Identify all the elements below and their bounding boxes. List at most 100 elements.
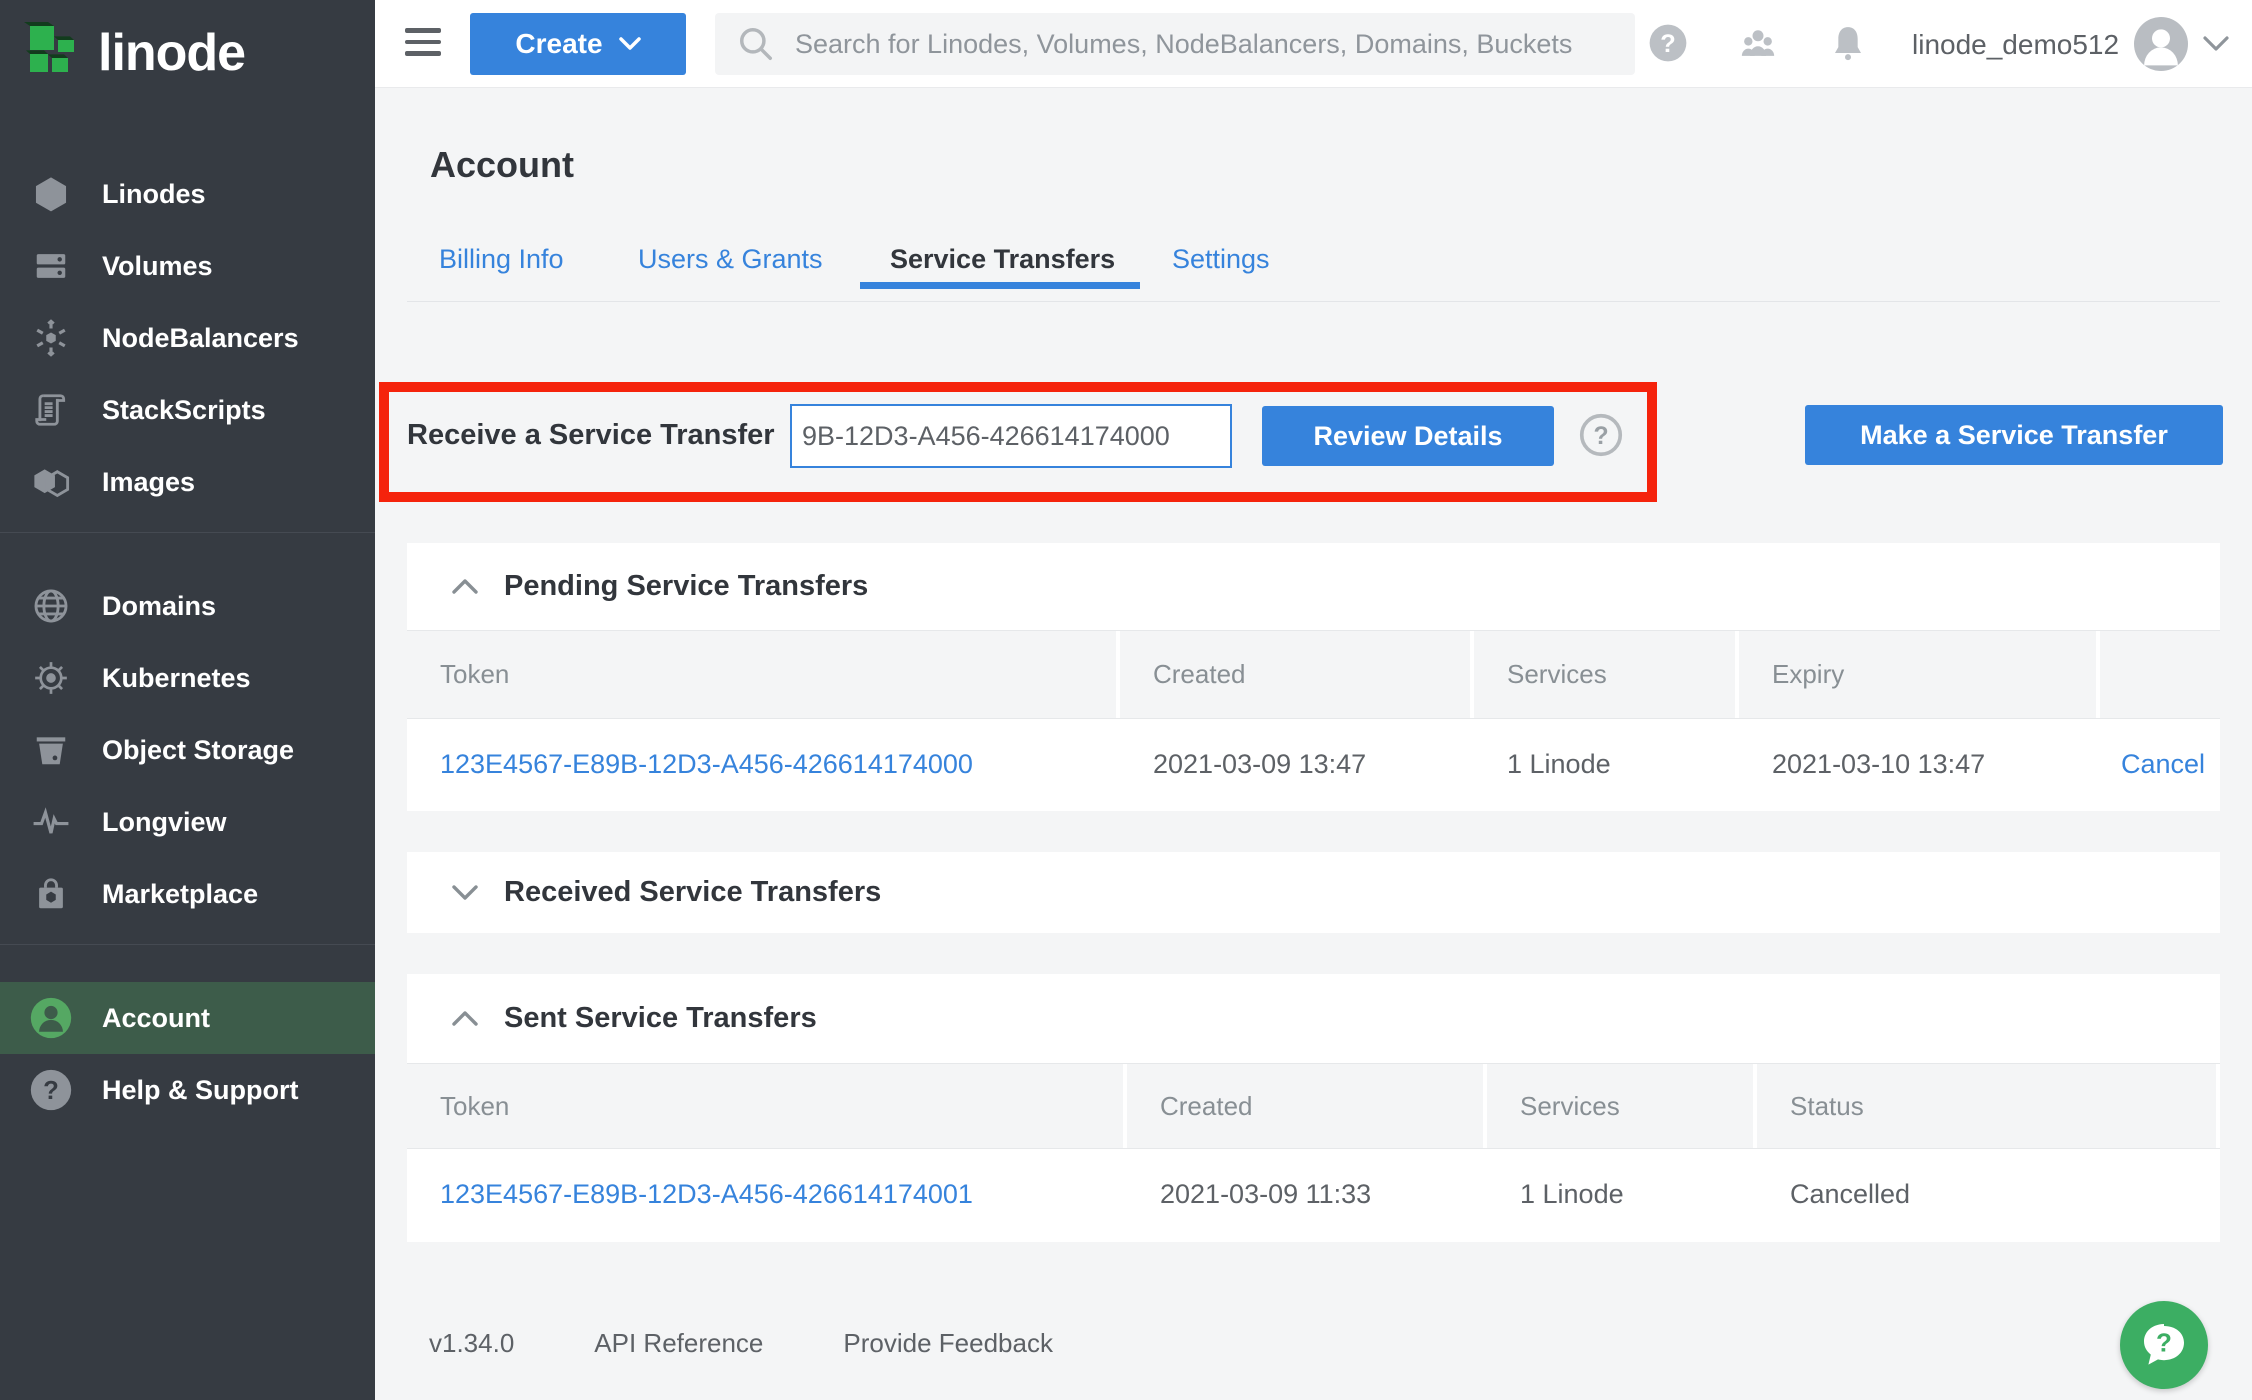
globe-icon [28, 587, 74, 625]
collapse-chevron-up-icon[interactable] [450, 1010, 480, 1027]
sidebar: linode Linodes Volumes [0, 0, 375, 1400]
received-section-header: Received Service Transfers [407, 852, 2220, 933]
sidebar-group-account: Account ? Help & Support [0, 982, 375, 1140]
tab-settings[interactable]: Settings [1172, 244, 1270, 275]
page-title: Account [430, 144, 574, 186]
sent-section-header: Sent Service Transfers [407, 974, 2220, 1063]
sidebar-item-nodebalancers[interactable]: NodeBalancers [0, 302, 375, 374]
helm-wheel-icon [28, 659, 74, 697]
search-input[interactable] [795, 29, 1619, 60]
column-header-status: Status [1757, 1064, 2216, 1148]
column-header-services: Services [1474, 631, 1735, 718]
sidebar-group-services: Domains Kubernetes [0, 570, 375, 945]
sent-created-cell: 2021-03-09 11:33 [1127, 1179, 1483, 1210]
sent-services-cell: 1 Linode [1487, 1179, 1753, 1210]
person-circle-icon [28, 996, 74, 1040]
cube-icon [28, 175, 74, 213]
pending-table-header: Token Created Services Expiry [407, 630, 2220, 719]
top-header: Create ? [375, 0, 2252, 88]
pending-section-title: Pending Service Transfers [504, 570, 868, 603]
linode-logo-icon [22, 22, 82, 89]
column-header-created: Created [1127, 1064, 1483, 1148]
cancel-transfer-link[interactable]: Cancel [2121, 749, 2205, 779]
account-page: Account Billing Info Users & Grants Serv… [375, 88, 2252, 1400]
pending-expiry-cell: 2021-03-10 13:47 [1739, 749, 2096, 780]
sidebar-group-compute: Linodes Volumes [0, 158, 375, 533]
pending-token-link[interactable]: 123E4567-E89B-12D3-A456-426614174000 [440, 749, 973, 779]
table-row: 123E4567-E89B-12D3-A456-426614174001 202… [407, 1149, 2220, 1240]
sidebar-item-kubernetes[interactable]: Kubernetes [0, 642, 375, 714]
user-menu-chevron-icon[interactable] [2203, 36, 2229, 57]
drives-icon [28, 247, 74, 285]
transfer-token-input[interactable] [790, 404, 1232, 468]
make-service-transfer-button[interactable]: Make a Service Transfer [1805, 405, 2223, 465]
column-header-token: Token [407, 1064, 1123, 1148]
users-icon[interactable] [1737, 22, 1779, 64]
receive-transfer-label: Receive a Service Transfer [407, 419, 775, 452]
column-header-created: Created [1120, 631, 1470, 718]
images-icon [28, 463, 74, 501]
tab-service-transfers[interactable]: Service Transfers [890, 244, 1115, 275]
linode-logo-text: linode [98, 27, 245, 85]
sidebar-item-volumes[interactable]: Volumes [0, 230, 375, 302]
collapse-chevron-up-icon[interactable] [450, 578, 480, 595]
sidebar-item-account[interactable]: Account [0, 982, 375, 1054]
avatar[interactable] [2134, 17, 2188, 71]
help-icon[interactable]: ? [1647, 22, 1689, 64]
received-section-title: Received Service Transfers [504, 876, 881, 909]
tab-divider [407, 301, 2220, 302]
provide-feedback-link[interactable]: Provide Feedback [843, 1328, 1053, 1359]
active-tab-underline [860, 282, 1140, 289]
received-transfers-card: Received Service Transfers [407, 852, 2220, 933]
sidebar-item-linodes[interactable]: Linodes [0, 158, 375, 230]
receive-help-icon[interactable]: ? [1579, 413, 1623, 457]
page-footer: v1.34.0 API Reference Provide Feedback [429, 1328, 1053, 1359]
sidebar-item-marketplace[interactable]: Marketplace [0, 858, 375, 930]
bell-icon[interactable] [1827, 22, 1869, 64]
question-circle-icon: ? [28, 1068, 74, 1112]
svg-text:?: ? [43, 1077, 59, 1105]
sidebar-item-help-support[interactable]: ? Help & Support [0, 1054, 375, 1126]
global-search [715, 13, 1635, 75]
nodebalancer-icon [28, 319, 74, 357]
svg-text:?: ? [1593, 423, 1608, 450]
sidebar-item-images[interactable]: Images [0, 446, 375, 518]
api-reference-link[interactable]: API Reference [594, 1328, 763, 1359]
sidebar-item-stackscripts[interactable]: StackScripts [0, 374, 375, 446]
column-header-actions [2100, 631, 2220, 718]
column-header-expiry: Expiry [1739, 631, 2096, 718]
pending-transfers-card: Pending Service Transfers Token Created … [407, 543, 2220, 811]
pending-section-header: Pending Service Transfers [407, 543, 2220, 630]
pulse-icon [28, 803, 74, 841]
sidebar-item-object-storage[interactable]: Object Storage [0, 714, 375, 786]
username-label[interactable]: linode_demo512 [1912, 29, 2119, 61]
sidebar-item-domains[interactable]: Domains [0, 570, 375, 642]
column-header-token: Token [407, 631, 1116, 718]
hamburger-menu-icon[interactable] [405, 28, 441, 63]
sidebar-item-longview[interactable]: Longview [0, 786, 375, 858]
review-details-button[interactable]: Review Details [1262, 406, 1554, 466]
chevron-down-icon [619, 37, 641, 51]
pending-created-cell: 2021-03-09 13:47 [1120, 749, 1470, 780]
collapse-chevron-down-icon[interactable] [450, 884, 480, 901]
linode-cloud-manager: linode Linodes Volumes [0, 0, 2252, 1400]
bucket-icon [28, 731, 74, 769]
sent-transfers-card: Sent Service Transfers Token Created Ser… [407, 974, 2220, 1242]
tab-billing-info[interactable]: Billing Info [439, 244, 564, 275]
app-version-label: v1.34.0 [429, 1328, 514, 1359]
tab-users-grants[interactable]: Users & Grants [638, 244, 823, 275]
table-row: 123E4567-E89B-12D3-A456-426614174000 202… [407, 719, 2220, 810]
sent-token-link[interactable]: 123E4567-E89B-12D3-A456-426614174001 [440, 1179, 973, 1209]
sent-status-cell: Cancelled [1757, 1179, 2216, 1210]
help-chat-button[interactable]: ? [2120, 1301, 2208, 1389]
sent-section-title: Sent Service Transfers [504, 1002, 817, 1035]
column-header-services: Services [1487, 1064, 1753, 1148]
chat-question-icon: ? [2136, 1317, 2192, 1373]
header-icon-buttons: ? [1647, 22, 1869, 64]
pending-services-cell: 1 Linode [1474, 749, 1735, 780]
svg-text:?: ? [1660, 30, 1676, 58]
shopping-bag-icon [28, 875, 74, 913]
create-button[interactable]: Create [470, 13, 686, 75]
stackscript-icon [28, 391, 74, 429]
linode-logo[interactable]: linode [0, 0, 375, 89]
